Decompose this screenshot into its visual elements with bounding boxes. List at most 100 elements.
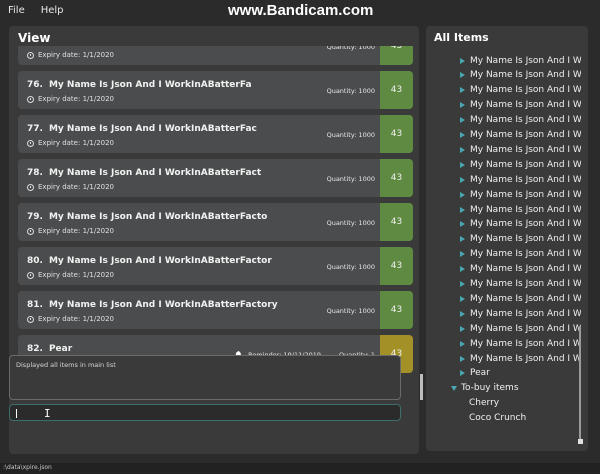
tree-item[interactable]: Pear xyxy=(460,366,490,381)
tree-item-label: Pear xyxy=(470,368,490,379)
tree-item-label: My Name Is Json And I Work xyxy=(470,85,581,96)
item-name: My Name Is Json And I WorkInABatterFacto xyxy=(48,212,268,222)
tree-item[interactable]: My Name Is Json And I Work xyxy=(460,187,581,202)
tree-item[interactable]: Cherry xyxy=(469,396,499,411)
expand-arrow-icon[interactable] xyxy=(460,281,465,287)
item-card[interactable]: 79. My Name Is Json And I WorkInABatterFa… xyxy=(18,203,413,241)
tree-item[interactable]: My Name Is Json And I Work xyxy=(460,262,581,277)
tree-item-label: My Name Is Json And I Work xyxy=(470,234,581,245)
expand-arrow-icon[interactable] xyxy=(460,87,465,94)
tree-item-label: My Name Is Json And I Work xyxy=(470,159,581,170)
tree-scrollbar[interactable] xyxy=(579,326,581,444)
expand-arrow-icon[interactable] xyxy=(460,236,465,243)
status-path: :\data\xpire.json xyxy=(3,464,52,471)
tree-item[interactable]: My Name Is Json And I Work xyxy=(460,53,581,68)
item-quantity: Quantity: 1000 xyxy=(326,307,375,315)
tree-item[interactable]: My Name Is Json And I Work xyxy=(460,98,581,113)
expand-arrow-icon[interactable] xyxy=(460,117,465,124)
item-quantity: Quantity: 1000 xyxy=(326,175,375,183)
tree-item[interactable]: My Name Is Json And I Work xyxy=(460,202,581,217)
expand-arrow-icon[interactable] xyxy=(460,325,465,332)
tree-group-to-buy[interactable]: To-buy items xyxy=(451,381,519,396)
clock-icon xyxy=(27,95,34,103)
menu-help[interactable]: Help xyxy=(41,5,64,16)
item-name: My Name Is Json And I WorkInABatterFacto… xyxy=(48,256,272,266)
item-card[interactable]: 80. My Name Is Json And I WorkInABatterFa… xyxy=(18,247,413,285)
item-card[interactable]: 78. My Name Is Json And I WorkInABatterFa… xyxy=(18,159,413,197)
tree-item[interactable]: My Name Is Json And I Work xyxy=(460,172,581,187)
expand-arrow-icon[interactable] xyxy=(460,310,465,317)
all-items-tree[interactable]: My Name Is Json And I Work My Name Is Jso… xyxy=(426,53,581,444)
expand-arrow-icon[interactable] xyxy=(460,146,465,153)
days-left-badge: 43 xyxy=(380,247,413,285)
item-index: 82. xyxy=(27,344,43,354)
tree-item[interactable]: My Name Is Json And I Work xyxy=(460,232,581,247)
tree-item[interactable]: My Name Is Json And I Work xyxy=(460,157,581,172)
item-name: Pear xyxy=(48,344,73,354)
collapse-arrow-icon[interactable] xyxy=(451,385,457,391)
item-card[interactable]: 76. My Name Is Json And I WorkInABatterFa… xyxy=(18,71,413,109)
item-card-title: 79. My Name Is Json And I WorkInABatterFa… xyxy=(27,212,267,222)
item-card-title: 78. My Name Is Json And I WorkInABatterFa… xyxy=(27,168,261,178)
tree-item[interactable]: My Name Is Json And I Work xyxy=(460,291,581,306)
tree-item[interactable]: My Name Is Json And I Work xyxy=(460,351,581,366)
tree-item[interactable]: My Name Is Json And I Work xyxy=(460,83,581,98)
tree-item[interactable]: My Name Is Json And I Work xyxy=(460,128,581,143)
expand-arrow-icon[interactable] xyxy=(460,340,465,347)
item-expiry: Expiry date: 1/1/2020 xyxy=(27,315,114,323)
expand-arrow-icon[interactable] xyxy=(460,266,465,273)
menu-file[interactable]: File xyxy=(8,5,25,16)
tree-item-label: My Name Is Json And I Work xyxy=(470,323,581,334)
tree-item[interactable]: Coco Crunch xyxy=(469,411,526,426)
tree-item-label: My Name Is Json And I Work xyxy=(470,308,581,319)
item-card[interactable]: 81. My Name Is Json And I WorkInABatterFa… xyxy=(18,291,413,329)
item-name: My Name Is Json And I WorkInABatterFac xyxy=(48,124,257,134)
tree-item[interactable]: My Name Is Json And I Work xyxy=(460,321,581,336)
expand-arrow-icon[interactable] xyxy=(460,132,465,138)
tree-item[interactable]: My Name Is Json And I Work xyxy=(460,277,581,292)
item-index: 76. xyxy=(27,80,43,90)
expand-arrow-icon[interactable] xyxy=(460,57,465,64)
tree-item-label: My Name Is Json And I Work xyxy=(470,204,581,215)
item-card-title: 77. My Name Is Json And I WorkInABatterFa… xyxy=(27,124,257,134)
expand-arrow-icon[interactable] xyxy=(460,72,465,79)
expand-arrow-icon[interactable] xyxy=(460,355,465,362)
item-card-title: 82. Pear xyxy=(27,344,72,354)
tree-item[interactable]: My Name Is Json And I Work xyxy=(460,217,581,232)
clock-icon xyxy=(27,51,34,59)
item-list[interactable]: 75.Expiry date: 1/1/2020Quantity: 100043… xyxy=(9,46,419,400)
item-expiry: Expiry date: 1/1/2020 xyxy=(27,51,114,59)
resize-grip-icon[interactable] xyxy=(578,439,583,444)
item-card[interactable]: 77. My Name Is Json And I WorkInABatterFa… xyxy=(18,115,413,153)
expand-arrow-icon[interactable] xyxy=(460,102,465,109)
days-left-badge: 43 xyxy=(380,71,413,109)
tree-item-label: My Name Is Json And I Work xyxy=(470,115,581,126)
expand-arrow-icon[interactable] xyxy=(460,370,465,377)
expand-arrow-icon[interactable] xyxy=(460,176,465,183)
item-expiry-text: Expiry date: 1/1/2020 xyxy=(38,315,115,323)
all-items-panel: All Items My Name Is Json And I WorkMy N… xyxy=(426,26,588,451)
expand-arrow-icon[interactable] xyxy=(460,206,465,213)
list-scrollbar[interactable] xyxy=(420,374,423,400)
command-input[interactable]: I xyxy=(9,404,401,421)
tree-item[interactable]: My Name Is Json And I Work xyxy=(460,142,581,157)
tree-item[interactable]: My Name Is Json And I Work xyxy=(460,336,581,351)
item-index: 80. xyxy=(27,256,43,266)
tree-item[interactable]: My Name Is Json And I Work xyxy=(460,247,581,262)
expand-arrow-icon[interactable] xyxy=(460,295,465,302)
expand-arrow-icon[interactable] xyxy=(460,161,465,168)
result-text: Displayed all items in main list xyxy=(16,361,116,369)
tree-item[interactable]: My Name Is Json And I Work xyxy=(460,306,581,321)
tree-item[interactable]: My Name Is Json And I Work xyxy=(460,68,581,83)
tree-item[interactable]: My Name Is Json And I Work xyxy=(460,113,581,128)
expand-arrow-icon[interactable] xyxy=(460,221,465,228)
expand-arrow-icon[interactable] xyxy=(460,251,465,258)
tree-item-label: My Name Is Json And I Work xyxy=(470,144,581,155)
item-index: 79. xyxy=(27,212,43,222)
item-card[interactable]: 75.Expiry date: 1/1/2020Quantity: 100043 xyxy=(18,46,413,65)
tree-item-label: My Name Is Json And I Work xyxy=(470,55,581,66)
tree-item-label: My Name Is Json And I Work xyxy=(470,189,581,200)
tree-item-label: Coco Crunch xyxy=(469,413,527,424)
days-left-badge: 43 xyxy=(380,203,413,241)
expand-arrow-icon[interactable] xyxy=(460,191,465,198)
